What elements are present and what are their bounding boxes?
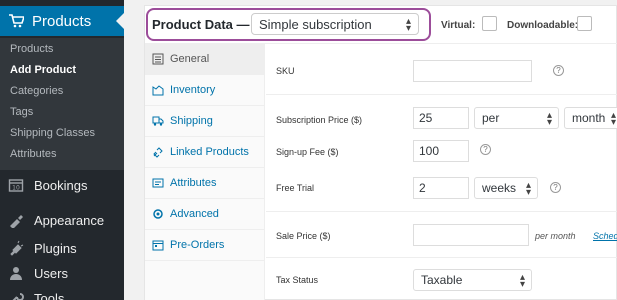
tax-status-select[interactable]: Taxable ▴ ▾ — [413, 269, 532, 291]
tab-advanced[interactable]: Advanced — [145, 199, 265, 230]
tab-label: Shipping — [170, 115, 213, 127]
free-trial-period-select[interactable]: weeks ▴ ▾ — [474, 177, 538, 199]
divider — [266, 211, 617, 212]
schedule-link[interactable]: Schedule — [593, 231, 617, 241]
submenu-item-products[interactable]: Products — [10, 43, 53, 55]
tax-status-value: Taxable — [421, 273, 463, 287]
tab-label: Advanced — [170, 208, 219, 220]
inventory-icon — [152, 84, 164, 96]
signup-fee-label: Sign-up Fee ($) — [276, 147, 339, 157]
tab-label: General — [170, 53, 210, 65]
sidebar-item-label: Users — [34, 265, 68, 281]
billing-period-value: month — [572, 111, 606, 125]
products-icon — [8, 13, 24, 29]
sale-price-label: Sale Price ($) — [276, 231, 331, 241]
free-trial-input[interactable]: 2 — [413, 177, 469, 199]
shipping-icon — [152, 115, 164, 127]
tab-inventory[interactable]: Inventory — [145, 75, 265, 106]
submenu-item-shipping-classes[interactable]: Shipping Classes — [10, 127, 95, 139]
gear-icon — [152, 208, 164, 220]
sidebar-item-bookings[interactable]: 10 Bookings — [8, 177, 87, 193]
product-data-title: Product Data — — [152, 17, 250, 32]
sidebar-item-appearance[interactable]: Appearance — [8, 212, 104, 228]
product-type-select[interactable]: Simple subscription ▴ ▾ — [251, 13, 419, 35]
submenu-item-categories[interactable]: Categories — [10, 85, 63, 97]
subscription-price-input[interactable]: 25 — [413, 107, 469, 129]
sidebar-item-users[interactable]: Users — [8, 265, 68, 281]
billing-interval-select[interactable]: per ▴ ▾ — [474, 107, 559, 129]
tab-label: Pre-Orders — [170, 239, 225, 251]
sku-label: SKU — [276, 66, 295, 76]
select-arrows-icon: ▴ ▾ — [610, 110, 616, 128]
general-icon — [152, 53, 164, 65]
tab-label: Inventory — [170, 84, 216, 96]
divider — [266, 257, 617, 258]
select-arrows-icon: ▴ ▾ — [546, 110, 552, 128]
subscription-price-label: Subscription Price ($) — [276, 115, 363, 125]
help-icon[interactable]: ? — [553, 65, 564, 76]
general-fields: SKU ? Subscription Price ($) 25 per ▴ ▾ m… — [266, 44, 617, 300]
sidebar-item-label: Tools — [34, 290, 65, 300]
screen: Products Products Add Product Categories… — [0, 0, 617, 300]
downloadable-label: Downloadable: — [507, 20, 579, 31]
calendar-icon: 10 — [8, 177, 24, 193]
sidebar-item-label: Bookings — [34, 177, 88, 193]
product-data-header: Product Data — Simple subscription ▴ ▾ Vi… — [145, 6, 617, 44]
sidebar-item-plugins[interactable]: Plugins — [8, 240, 77, 256]
plugins-icon — [8, 240, 24, 256]
attributes-icon — [152, 177, 164, 189]
tools-icon — [8, 290, 24, 300]
select-arrows-icon: ▴ ▾ — [519, 272, 525, 290]
sidebar-item-label: Plugins — [34, 240, 77, 256]
downloadable-checkbox[interactable] — [577, 16, 592, 31]
tab-pre-orders[interactable]: Pre-Orders — [145, 230, 265, 261]
free-trial-label: Free Trial — [276, 183, 315, 193]
link-icon — [152, 146, 164, 158]
signup-fee-input[interactable]: 100 — [413, 140, 469, 162]
select-arrows-icon: ▴ ▾ — [405, 16, 411, 34]
product-type-value: Simple subscription — [259, 17, 372, 32]
sidebar-item-products[interactable]: Products — [0, 6, 124, 36]
calendar-icon — [152, 239, 164, 251]
virtual-checkbox[interactable] — [482, 16, 497, 31]
billing-period-select[interactable]: month ▴ ▾ — [564, 107, 617, 129]
product-data-panel: Product Data — Simple subscription ▴ ▾ Vi… — [144, 5, 617, 300]
tax-status-label: Tax Status — [276, 275, 319, 285]
help-icon[interactable]: ? — [480, 144, 491, 155]
sale-price-input[interactable] — [413, 224, 529, 246]
submenu-item-add-product[interactable]: Add Product — [10, 64, 76, 76]
divider — [266, 94, 617, 95]
tab-label: Linked Products — [170, 146, 249, 158]
users-icon — [8, 265, 24, 281]
sku-input[interactable] — [413, 60, 532, 82]
submenu-item-attributes[interactable]: Attributes — [10, 148, 56, 160]
main-content: Product Data — Simple subscription ▴ ▾ Vi… — [124, 0, 617, 300]
select-arrows-icon: ▴ ▾ — [525, 180, 531, 198]
products-submenu: Products Add Product Categories Tags Shi… — [0, 38, 124, 170]
submenu-item-tags[interactable]: Tags — [10, 106, 33, 118]
tab-label: Attributes — [170, 177, 217, 189]
product-data-tabs: General Inventory Shipping Linked Produc… — [145, 44, 265, 300]
current-menu-arrow — [116, 13, 124, 29]
svg-text:10: 10 — [12, 185, 20, 192]
appearance-icon — [8, 212, 24, 228]
sidebar-item-tools[interactable]: Tools — [8, 290, 64, 300]
help-icon[interactable]: ? — [550, 182, 561, 193]
tab-general[interactable]: General — [145, 44, 265, 75]
tab-shipping[interactable]: Shipping — [145, 106, 265, 137]
admin-sidebar: Products Products Add Product Categories… — [0, 0, 124, 300]
free-trial-period-value: weeks — [482, 181, 517, 195]
sale-price-suffix: per month — [535, 231, 576, 241]
sidebar-item-label: Appearance — [34, 212, 105, 228]
billing-interval-value: per — [482, 111, 500, 125]
tab-linked-products[interactable]: Linked Products — [145, 137, 265, 168]
tab-attributes[interactable]: Attributes — [145, 168, 265, 199]
sidebar-item-label: Products — [32, 12, 92, 30]
virtual-label: Virtual: — [441, 20, 476, 31]
